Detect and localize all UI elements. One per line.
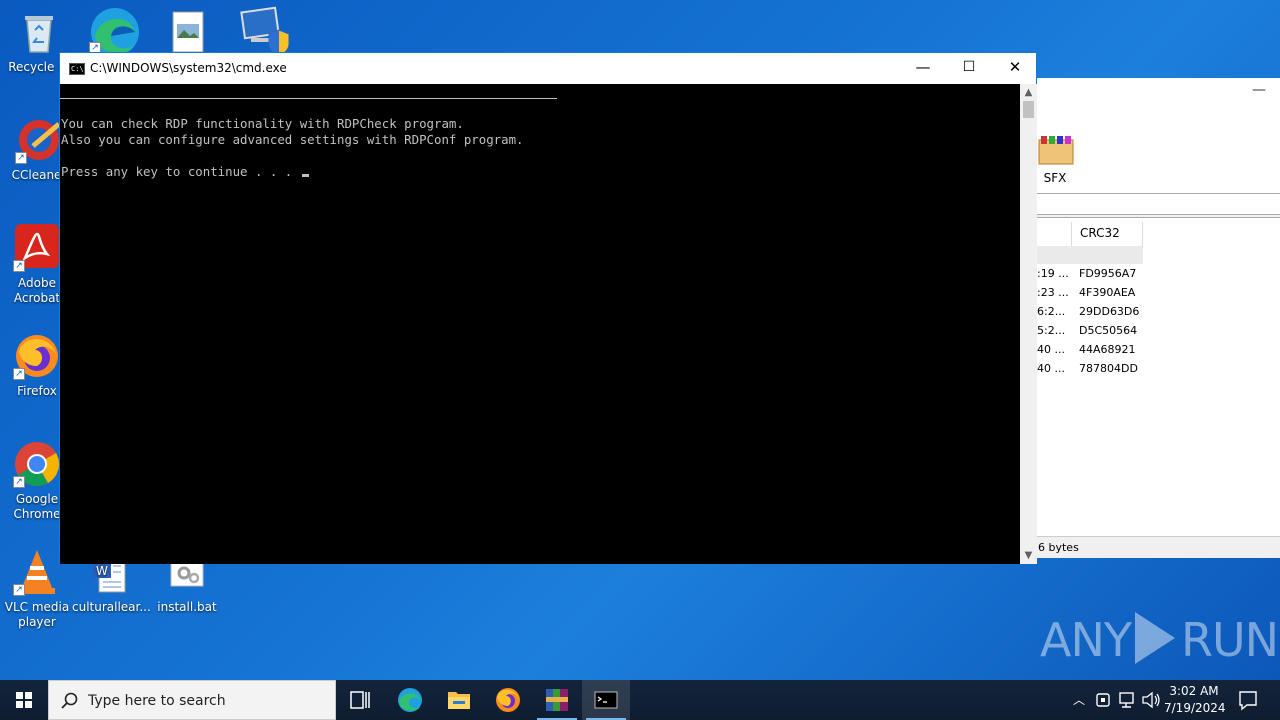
chrome-icon: ↗ — [13, 440, 61, 488]
text-cursor — [301, 174, 309, 177]
file-row[interactable]: :23 ... 4F390AEA — [1037, 286, 1177, 305]
svg-text:W: W — [96, 564, 108, 578]
scroll-up-icon[interactable]: ▲ — [1020, 84, 1037, 101]
taskbar-file-explorer[interactable] — [435, 680, 483, 720]
selected-row[interactable] — [1037, 246, 1143, 264]
search-box[interactable]: Type here to search — [48, 680, 336, 720]
status-bar: 6 bytes — [1037, 536, 1280, 558]
taskbar-edge[interactable] — [386, 680, 434, 720]
divider — [1037, 214, 1280, 218]
start-button[interactable] — [0, 680, 48, 720]
desktop-icon-label: install.bat — [157, 600, 217, 614]
task-view-button[interactable] — [336, 680, 384, 720]
maximize-button[interactable]: ☐ — [946, 53, 992, 84]
column-header-crc32[interactable]: CRC32 — [1071, 222, 1143, 246]
title-bar[interactable]: C:\ C:\WINDOWS\system32\cmd.exe — ☐ ✕ — [60, 53, 1036, 84]
console-line: You can check RDP functionality with RDP… — [61, 116, 464, 131]
sfx-icon[interactable] — [1037, 134, 1075, 168]
shortcut-arrow-icon: ↗ — [13, 368, 25, 380]
sfx-button-label[interactable]: SFX — [1037, 171, 1073, 185]
scroll-thumb[interactable] — [1023, 101, 1034, 118]
shortcut-arrow-icon: ↗ — [13, 476, 25, 488]
console-output[interactable]: You can check RDP functionality with RDP… — [60, 84, 1020, 564]
anyrun-watermark: ANY RUN — [1040, 610, 1279, 667]
cmd-icon — [594, 691, 618, 709]
ccleaner-icon: ↗ — [15, 116, 63, 164]
monitor-shield-icon — [237, 6, 290, 57]
acrobat-icon: ↗ — [13, 224, 61, 272]
minimize-button[interactable]: — — [900, 53, 946, 84]
minimize-icon[interactable]: — — [1252, 82, 1266, 98]
desktop-icon-label: culturallear... — [72, 600, 151, 614]
console-line: Also you can configure advanced settings… — [61, 132, 524, 147]
winrar-icon — [546, 689, 568, 711]
edge-icon: ↗ — [89, 6, 139, 56]
clock-time[interactable]: 3:02 AM — [1164, 684, 1224, 698]
desktop-icon-edge[interactable]: ↗ — [74, 6, 152, 58]
windows-logo-icon — [16, 692, 32, 708]
divider-line — [60, 98, 557, 99]
tray-device-icon[interactable] — [1092, 680, 1114, 720]
taskbar: Type here to search ︿ 3:02 AM 7/19/2024 — [0, 680, 1280, 720]
shortcut-arrow-icon: ↗ — [13, 260, 25, 272]
shortcut-arrow-icon: ↗ — [13, 584, 25, 596]
task-view-icon — [350, 691, 370, 709]
console-prompt-line: Press any key to continue . . . — [61, 164, 309, 180]
desktop-icon-network[interactable] — [222, 6, 300, 58]
winrar-window[interactable]: — SFX CRC32 :19 ... FD9956A7 :23 ... 4F390… — [1036, 78, 1280, 558]
desktop-icon-word-document[interactable]: W culturallear... — [72, 556, 151, 615]
vertical-scrollbar[interactable]: ▲ ▼ — [1020, 84, 1037, 564]
desktop-icon-label: VLC media player — [4, 600, 70, 629]
edge-icon — [398, 688, 422, 712]
cmd-window[interactable]: C:\ C:\WINDOWS\system32\cmd.exe — ☐ ✕ Yo… — [59, 52, 1037, 564]
cmd-icon: C:\ — [69, 63, 85, 75]
clock-date[interactable]: 7/19/2024 — [1164, 701, 1226, 715]
window-title: C:\WINDOWS\system32\cmd.exe — [90, 61, 287, 75]
search-icon — [61, 692, 78, 709]
desktop-icon-install-bat[interactable]: install.bat — [148, 556, 226, 615]
image-file-icon — [163, 8, 211, 56]
file-row[interactable]: 40 ... 787804DD — [1037, 362, 1177, 381]
notifications-icon[interactable] — [1232, 680, 1264, 720]
shortcut-arrow-icon: ↗ — [15, 152, 27, 164]
file-row[interactable]: :19 ... FD9956A7 — [1037, 267, 1177, 286]
folder-icon — [448, 692, 470, 709]
file-row[interactable]: 5:2... D5C50564 — [1037, 324, 1177, 343]
taskbar-winrar[interactable] — [533, 680, 581, 720]
taskbar-cmd[interactable] — [582, 680, 630, 720]
volume-icon[interactable] — [1140, 680, 1162, 720]
file-row[interactable]: 6:2... 29DD63D6 — [1037, 305, 1177, 324]
firefox-icon: ↗ — [13, 332, 61, 380]
network-icon[interactable] — [1116, 680, 1138, 720]
scroll-down-icon[interactable]: ▼ — [1020, 547, 1037, 564]
console-line: Press any key to continue . . . — [61, 164, 300, 179]
close-button[interactable]: ✕ — [992, 53, 1038, 84]
chevron-up-icon[interactable]: ︿ — [1068, 680, 1090, 720]
search-input[interactable]: Type here to search — [88, 693, 226, 709]
taskbar-firefox[interactable] — [484, 680, 532, 720]
firefox-icon — [496, 688, 520, 712]
vlc-icon: ↗ — [13, 548, 61, 596]
file-row[interactable]: 40 ... 44A68921 — [1037, 343, 1177, 362]
recycle-bin-icon — [15, 8, 63, 56]
play-icon — [1133, 610, 1179, 666]
